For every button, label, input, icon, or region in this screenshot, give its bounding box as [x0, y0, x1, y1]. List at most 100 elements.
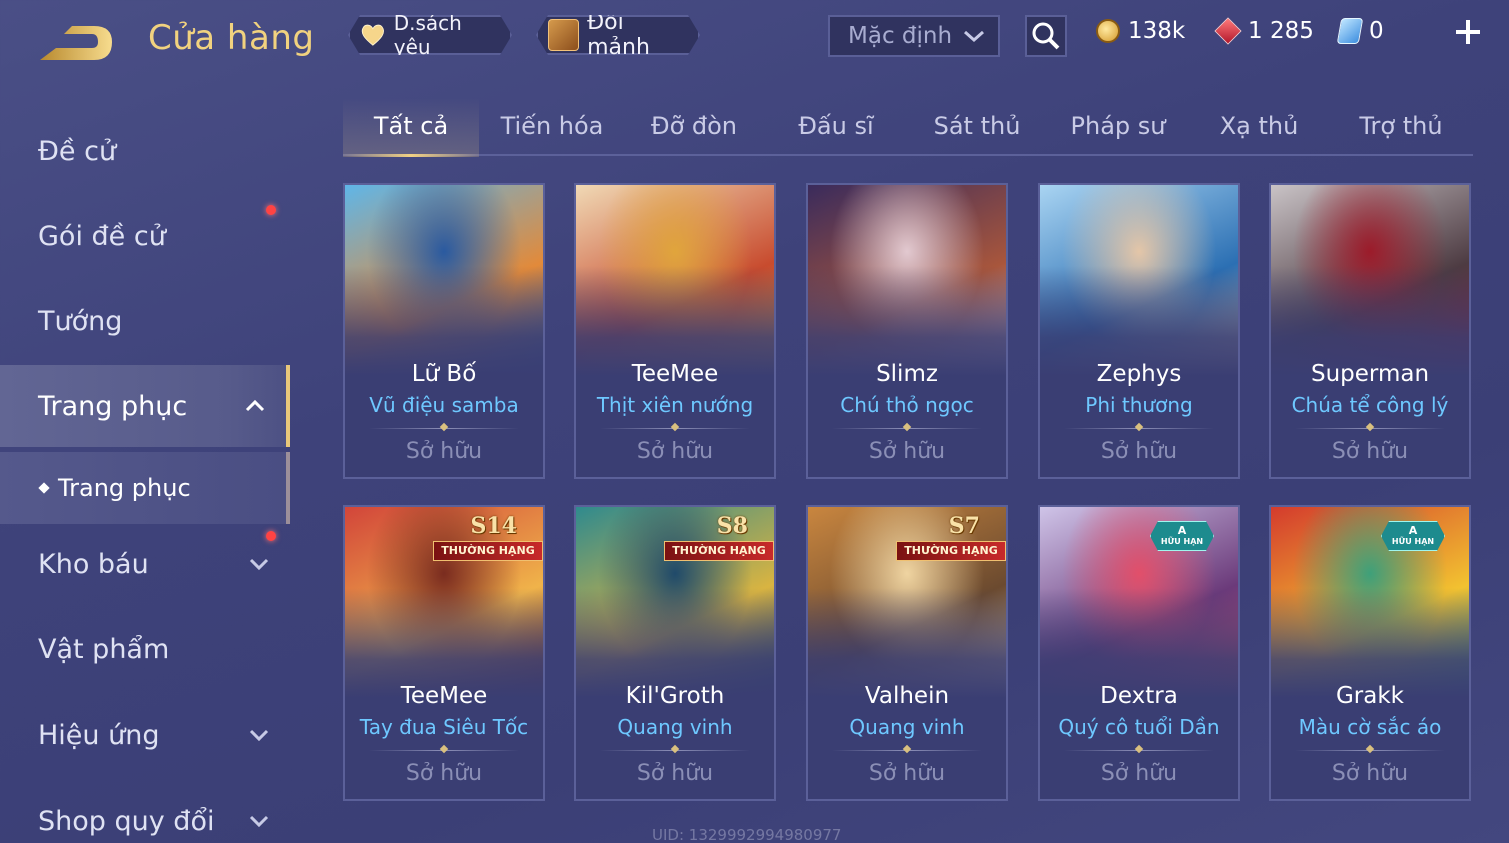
sidebar-item-label: Kho báu	[38, 548, 149, 580]
skin-card[interactable]: S7 THƯỜNG HẠNG Valhein Quang vinh Sở hữu	[806, 505, 1008, 801]
skin-name: Quý cô tuổi Dần	[1058, 715, 1220, 739]
skin-card[interactable]: A HỮU HẠN Dextra Quý cô tuổi Dần Sở hữu	[1038, 505, 1240, 801]
skin-artwork	[576, 185, 774, 376]
bullet-diamond-icon	[38, 482, 50, 494]
sort-dropdown[interactable]: Mặc định	[828, 15, 1000, 57]
tab-evolution[interactable]: Tiến hóa	[484, 98, 620, 154]
sidebar-item-label: Trang phục	[38, 390, 188, 422]
treasure-chest-icon	[548, 19, 579, 51]
limited-badge: A HỮU HẠN	[1150, 521, 1214, 551]
sidebar-item-recommended[interactable]: Đề cử	[0, 110, 290, 192]
season-label: S7	[948, 513, 980, 539]
chevron-down-icon	[249, 558, 269, 571]
limited-badge: A HỮU HẠN	[1381, 521, 1445, 551]
divider	[1064, 428, 1214, 429]
skin-name: Phi thương	[1085, 393, 1193, 417]
limited-label: HỮU HẠN	[1391, 537, 1435, 546]
skin-name: Quang vinh	[849, 715, 965, 739]
tab-assassin[interactable]: Sát thủ	[909, 98, 1045, 154]
skin-card[interactable]: Lữ Bố Vũ điệu samba Sở hữu	[343, 183, 545, 479]
owned-status: Sở hữu	[1100, 439, 1178, 464]
skin-artwork	[345, 185, 543, 376]
divider	[369, 750, 519, 751]
hero-name: Valhein	[864, 683, 950, 709]
sidebar-item-label: Hiệu ứng	[38, 719, 160, 751]
sidebar-item-label: Shop quy đổi	[38, 805, 215, 837]
divider	[1064, 750, 1214, 751]
skin-name: Màu cờ sắc áo	[1298, 715, 1442, 739]
sidebar-item-recommended-packs[interactable]: Gói đề cử	[0, 195, 290, 277]
ruby-gem-icon	[1214, 17, 1242, 45]
owned-status: Sở hữu	[636, 439, 714, 464]
divider	[1295, 750, 1445, 751]
search-icon	[1032, 22, 1060, 50]
season-label: S8	[716, 513, 748, 539]
sidebar-subitem-label: Trang phục	[58, 474, 191, 502]
limited-label: HỮU HẠN	[1160, 537, 1204, 546]
divider	[600, 750, 750, 751]
owned-status: Sở hữu	[868, 439, 946, 464]
season-rank-badge: S8 THƯỜNG HẠNG	[664, 513, 774, 561]
skin-name: Thịt xiên nướng	[596, 393, 754, 417]
sidebar-item-effects[interactable]: Hiệu ứng	[0, 694, 290, 776]
hero-name: Zephys	[1096, 361, 1182, 387]
skin-card[interactable]: Slimz Chú thỏ ngọc Sở hữu	[806, 183, 1008, 479]
back-arrow-icon[interactable]	[36, 20, 116, 64]
sidebar-item-label: Đề cử	[38, 135, 117, 167]
sidebar-item-items[interactable]: Vật phẩm	[0, 608, 290, 690]
owned-status: Sở hữu	[1100, 761, 1178, 786]
page-title: Cửa hàng	[148, 18, 315, 58]
sidebar-item-exchange-shop[interactable]: Shop quy đổi	[0, 780, 290, 843]
gold-coin-icon	[1096, 19, 1120, 43]
sidebar-item-skins[interactable]: Trang phục	[0, 365, 290, 447]
hero-name: Slimz	[876, 361, 938, 387]
owned-status: Sở hữu	[1331, 439, 1409, 464]
sidebar-item-label: Gói đề cử	[38, 220, 166, 252]
skin-artwork	[1040, 185, 1238, 376]
divider	[369, 428, 519, 429]
voucher-balance: 0	[1336, 18, 1384, 44]
search-button[interactable]	[1025, 15, 1067, 57]
limited-grade: A	[1408, 524, 1418, 537]
add-currency-plus-icon[interactable]	[1452, 16, 1484, 48]
chevron-up-icon	[245, 399, 265, 412]
tab-marksman[interactable]: Xạ thủ	[1191, 98, 1327, 154]
tab-mage[interactable]: Pháp sư	[1050, 98, 1186, 154]
tab-support[interactable]: Trợ thủ	[1333, 98, 1469, 154]
sidebar-subitem-skins[interactable]: Trang phục	[0, 452, 290, 524]
hero-name: Kil'Groth	[625, 683, 725, 709]
skin-name: Vũ điệu samba	[369, 393, 519, 417]
chevron-down-icon	[249, 729, 269, 742]
gold-amount: 138k	[1128, 18, 1186, 44]
voucher-icon	[1336, 18, 1364, 44]
top-bar: Cửa hàng D.sách yêu Đổi mảnh Mặc định 13…	[0, 0, 1509, 80]
favorites-label: D.sách yêu	[393, 11, 462, 59]
owned-status: Sở hữu	[1331, 761, 1409, 786]
divider	[832, 428, 982, 429]
tab-tank[interactable]: Đỡ đòn	[626, 98, 762, 154]
skin-name: Quang vinh	[617, 715, 733, 739]
skin-card[interactable]: S8 THƯỜNG HẠNG Kil'Groth Quang vinh Sở h…	[574, 505, 776, 801]
skin-card[interactable]: A HỮU HẠN Grakk Màu cờ sắc áo Sở hữu	[1269, 505, 1471, 801]
favorites-button[interactable]: D.sách yêu	[348, 15, 512, 55]
skin-card[interactable]: Zephys Phi thương Sở hữu	[1038, 183, 1240, 479]
skin-card[interactable]: Superman Chúa tể công lý Sở hữu	[1269, 183, 1471, 479]
divider	[1295, 428, 1445, 429]
sidebar-item-treasure[interactable]: Kho báu	[0, 523, 290, 605]
limited-grade: A	[1177, 524, 1187, 537]
exchange-shards-button[interactable]: Đổi mảnh	[536, 15, 700, 55]
skin-artwork	[808, 185, 1006, 376]
heart-icon	[360, 22, 386, 48]
skin-card[interactable]: TeeMee Thịt xiên nướng Sở hữu	[574, 183, 776, 479]
notification-dot	[266, 205, 276, 215]
divider	[600, 428, 750, 429]
skin-card[interactable]: S14 THƯỜNG HẠNG TeeMee Tay đua Siêu Tốc …	[343, 505, 545, 801]
sort-value: Mặc định	[848, 23, 953, 49]
rank-label: THƯỜNG HẠNG	[896, 541, 1006, 561]
tab-fighter[interactable]: Đấu sĩ	[768, 98, 904, 154]
sidebar-item-heroes[interactable]: Tướng	[0, 280, 290, 362]
category-tabs: Tất cả Tiến hóa Đỡ đòn Đấu sĩ Sát thủ Ph…	[343, 98, 1473, 157]
chevron-down-icon	[249, 815, 269, 828]
tab-all[interactable]: Tất cả	[343, 98, 479, 157]
notification-dot	[266, 531, 276, 541]
